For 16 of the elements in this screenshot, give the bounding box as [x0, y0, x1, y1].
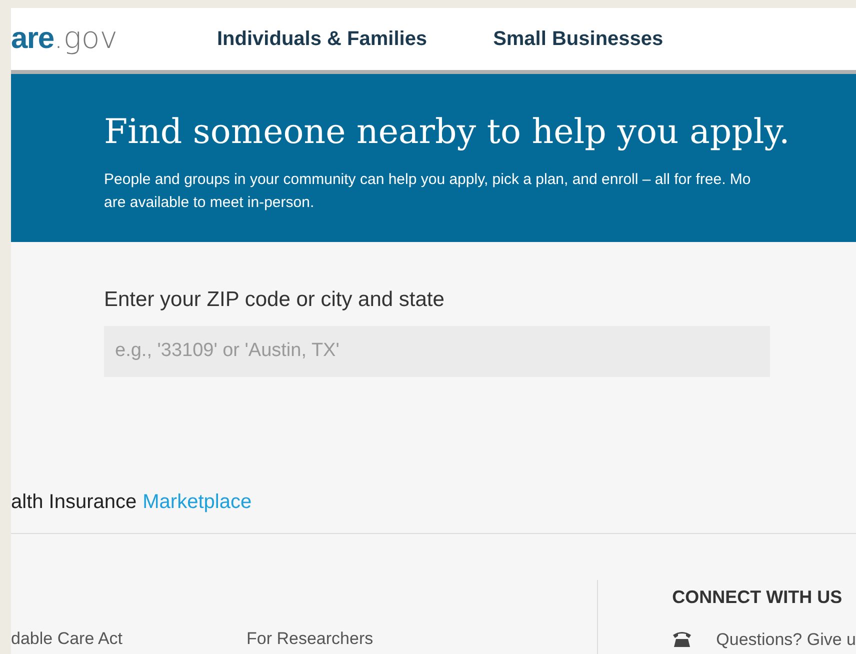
- contact-link[interactable]: Questions? Give u: [716, 626, 856, 652]
- logo-suffix[interactable]: .gov: [54, 24, 118, 54]
- footer-link[interactable]: For Researchers: [246, 626, 374, 654]
- nav-link[interactable]: Individuals & Families: [217, 24, 428, 54]
- footer-link[interactable]: dable Care Act: [11, 626, 123, 654]
- search-field[interactable]: e.g., '33109' or 'Austin, TX': [104, 326, 770, 376]
- connect-heading: CONNECT WITH US: [672, 586, 844, 608]
- nav-link[interactable]: Small Businesses: [493, 24, 664, 54]
- banner-title: Find someone nearby to help you apply.: [104, 111, 791, 154]
- banner-text: are available to meet in-person.: [104, 193, 316, 213]
- marketplace-logo-highlight: Marketplace: [142, 490, 252, 514]
- marketplace-logo-text: alth Insurance: [11, 490, 137, 514]
- logo-brand[interactable]: are: [11, 24, 54, 54]
- search-label: Enter your ZIP code or city and state: [104, 287, 446, 313]
- telephone-icon: [672, 630, 692, 648]
- banner-text: People and groups in your community can help you apply, pick a plan, and enroll – all for free. Mo: [104, 170, 752, 190]
